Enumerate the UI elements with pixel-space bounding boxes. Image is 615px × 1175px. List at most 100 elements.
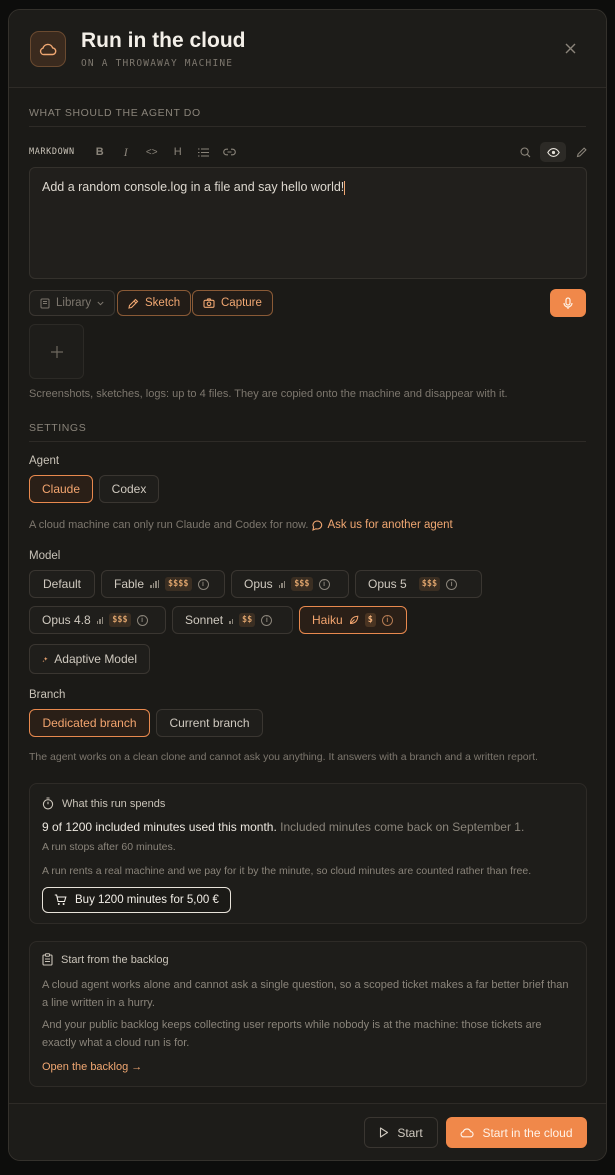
model-option-label: Haiku xyxy=(312,613,343,627)
spend-title: What this run spends xyxy=(62,797,166,810)
book-icon xyxy=(40,298,50,308)
model-option-sonnet[interactable]: Sonnet $$ i xyxy=(172,606,293,634)
chat-bubble-icon xyxy=(312,519,323,531)
model-option-label: Sonnet xyxy=(185,613,224,627)
library-dropdown[interactable]: Library xyxy=(29,290,116,316)
model-option-label: Fable xyxy=(114,577,145,591)
info-icon[interactable]: i xyxy=(381,614,393,626)
stop-note: A run stops after 60 minutes. xyxy=(42,841,176,853)
attachments-helper: Screenshots, sketches, logs: up to 4 fil… xyxy=(29,388,508,400)
adaptive-model-button[interactable]: Adaptive Model xyxy=(29,644,150,674)
info-icon[interactable]: i xyxy=(136,614,148,626)
italic-button[interactable]: I xyxy=(113,142,139,162)
agent-note-text: A cloud machine can only run Claude and … xyxy=(29,519,309,531)
capture-label: Capture xyxy=(221,297,262,309)
price-badge: $$$ xyxy=(109,613,131,627)
dialog-header: Run in the cloud ON A THROWAWAY MACHINE xyxy=(9,10,606,88)
play-icon xyxy=(380,1127,389,1138)
usage-strong: 9 of 1200 included minutes used this mon… xyxy=(42,820,277,834)
prompt-editor[interactable]: Add a random console.log in a file and s… xyxy=(29,167,587,279)
backlog-para-1: A cloud agent works alone and cannot ask… xyxy=(42,979,569,1009)
start-in-cloud-label: Start in the cloud xyxy=(482,1125,573,1140)
capture-button[interactable]: Capture xyxy=(192,290,273,316)
link-icon[interactable] xyxy=(217,142,243,162)
backlog-card: Start from the backlog A cloud agent wor… xyxy=(29,941,587,1087)
model-option-fable[interactable]: Fable $$$$ i xyxy=(101,570,225,598)
agent-option-claude[interactable]: Claude xyxy=(29,475,93,503)
edit-pencil-icon[interactable] xyxy=(568,142,594,162)
start-button[interactable]: Start xyxy=(364,1117,438,1148)
spend-card-header: What this run spends xyxy=(42,797,165,810)
model-option-opus[interactable]: Opus $$$ i xyxy=(231,570,349,598)
prompt-text: Add a random console.log in a file and s… xyxy=(42,180,345,194)
sparkle-icon xyxy=(42,656,48,662)
branch-option-dedicated[interactable]: Dedicated branch xyxy=(29,709,150,737)
price-badge: $$$ xyxy=(291,577,313,591)
info-icon[interactable]: i xyxy=(261,614,273,626)
backlog-title: Start from the backlog xyxy=(61,953,169,966)
info-icon[interactable]: i xyxy=(197,578,209,590)
clipboard-icon xyxy=(42,953,53,966)
sketch-label: Sketch xyxy=(145,297,181,309)
heading-button[interactable]: H xyxy=(165,142,191,162)
dialog-subtitle: ON A THROWAWAY MACHINE xyxy=(81,58,234,69)
agent-option-codex[interactable]: Codex xyxy=(99,475,159,503)
microphone-button[interactable] xyxy=(550,289,586,317)
price-badge: $$$ xyxy=(418,577,441,591)
model-option-default[interactable]: Default xyxy=(29,570,95,598)
sketch-button[interactable]: Sketch xyxy=(117,290,192,316)
leaf-icon xyxy=(349,615,359,625)
branch-option-label: Dedicated branch xyxy=(42,716,137,730)
signal-bars-icon xyxy=(229,616,234,624)
start-in-cloud-button[interactable]: Start in the cloud xyxy=(446,1117,587,1148)
list-icon[interactable] xyxy=(191,142,217,162)
spend-card: What this run spends 9 of 1200 included … xyxy=(29,783,587,924)
branch-note: The agent works on a clean clone and can… xyxy=(29,751,538,763)
usage-rest: Included minutes come back on September … xyxy=(280,820,525,834)
code-button[interactable]: <> xyxy=(139,142,165,162)
run-in-cloud-dialog: Run in the cloud ON A THROWAWAY MACHINE … xyxy=(8,9,607,1161)
text-cursor xyxy=(344,180,346,195)
ask-another-agent-link[interactable]: Ask us for another agent xyxy=(327,519,452,531)
stopwatch-icon xyxy=(42,797,54,810)
search-icon[interactable] xyxy=(512,142,538,162)
settings-section-label: SETTINGS xyxy=(29,422,87,434)
branch-option-label: Current branch xyxy=(169,716,250,730)
open-backlog-link[interactable]: Open the backlog → xyxy=(42,1058,574,1076)
price-badge: $$$$ xyxy=(165,577,192,591)
model-option-label: Default xyxy=(42,577,82,591)
info-icon[interactable]: i xyxy=(318,578,330,590)
branch-option-current[interactable]: Current branch xyxy=(156,709,263,737)
buy-minutes-button[interactable]: Buy 1200 minutes for 5,00 € xyxy=(42,887,231,913)
signal-bars-icon xyxy=(96,616,104,624)
divider xyxy=(29,126,586,127)
agent-label: Agent xyxy=(29,455,60,467)
model-option-label: Opus xyxy=(244,577,273,591)
info-icon[interactable]: i xyxy=(446,578,458,590)
cloud-icon xyxy=(460,1128,475,1138)
dialog-title: Run in the cloud xyxy=(81,29,246,52)
model-option-opus-4-8[interactable]: Opus 4.8 $$$ i xyxy=(29,606,166,634)
backlog-card-header: Start from the backlog xyxy=(42,953,169,966)
preview-eye-icon[interactable] xyxy=(540,142,566,162)
spend-explain: A run rents a real machine and we pay fo… xyxy=(42,865,532,877)
chevron-down-icon xyxy=(97,301,104,305)
model-option-opus-5[interactable]: Opus 5 $$$ i xyxy=(355,570,482,598)
editor-toolbar: MARKDOWN B I <> H xyxy=(29,142,594,162)
bold-button[interactable]: B xyxy=(87,142,113,162)
price-badge: $$ xyxy=(239,613,256,627)
branch-label: Branch xyxy=(29,689,66,701)
buy-label: Buy 1200 minutes for 5,00 € xyxy=(75,894,219,906)
brush-icon xyxy=(128,298,139,309)
add-attachment-button[interactable] xyxy=(29,324,84,379)
backlog-para-2: And your public backlog keeps collecting… xyxy=(42,1019,542,1049)
agent-note: A cloud machine can only run Claude and … xyxy=(29,519,453,531)
model-option-label: Opus 4.8 xyxy=(42,613,91,627)
task-section-label: WHAT SHOULD THE AGENT DO xyxy=(29,107,201,119)
divider xyxy=(29,441,586,442)
cart-icon xyxy=(54,894,67,905)
agent-option-label: Claude xyxy=(41,482,81,496)
close-icon[interactable] xyxy=(562,40,578,56)
model-option-haiku[interactable]: Haiku $ i xyxy=(299,606,407,634)
signal-bars-icon xyxy=(150,580,160,588)
